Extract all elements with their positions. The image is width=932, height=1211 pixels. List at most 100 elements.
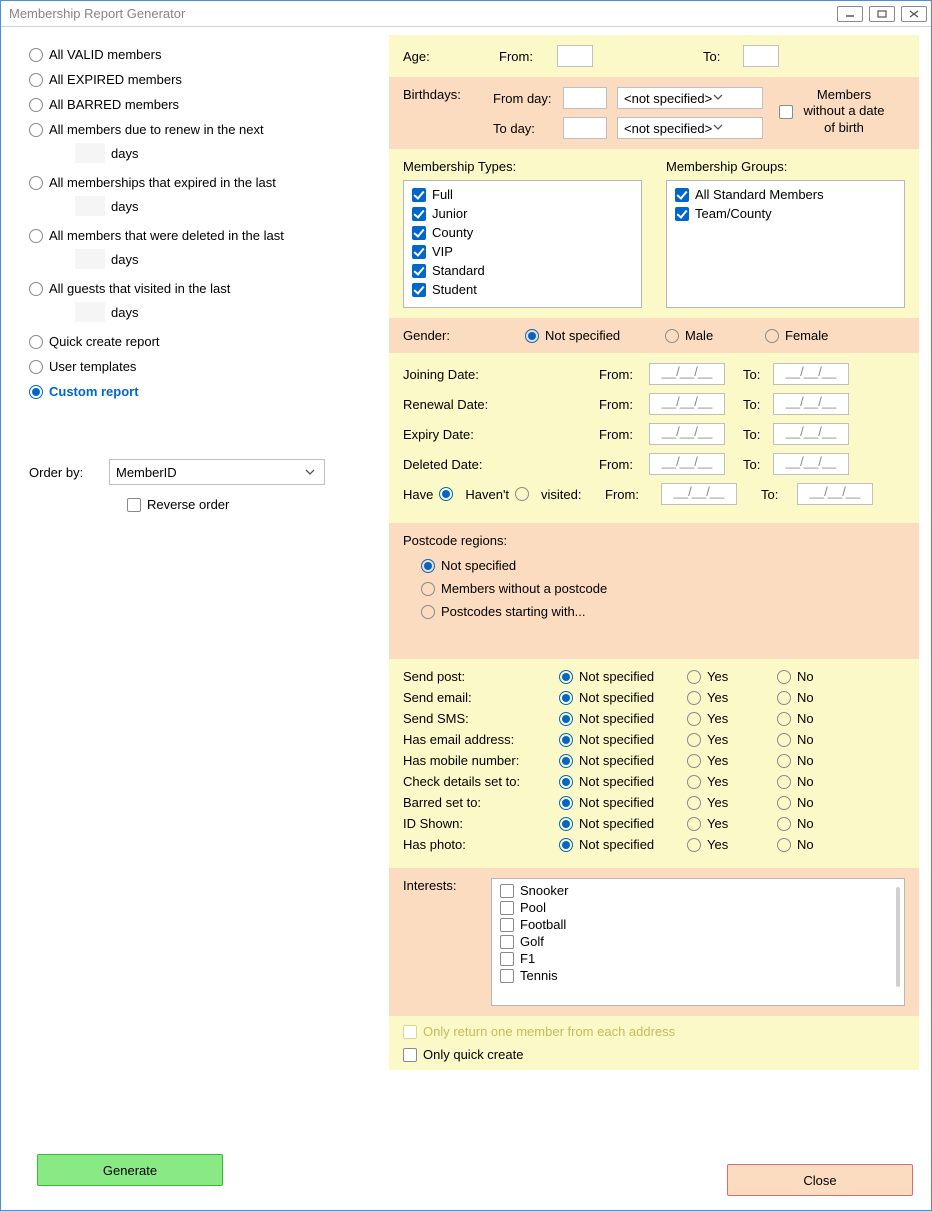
to-month-select[interactable]: <not specified> [617, 117, 763, 139]
from-day-input[interactable] [563, 87, 607, 109]
gender-not-specified[interactable] [525, 329, 539, 343]
radio-renew-next[interactable] [29, 123, 43, 137]
days-input-expired[interactable] [75, 196, 105, 216]
has-email-no[interactable] [777, 733, 791, 747]
postcode-starting-with[interactable] [421, 605, 435, 619]
interest-golf[interactable] [500, 935, 514, 949]
barred-yes[interactable] [687, 796, 701, 810]
send-post-yes[interactable] [687, 670, 701, 684]
days-input-deleted[interactable] [75, 249, 105, 269]
types-list[interactable]: Full Junior County VIP Standard Student [403, 180, 642, 308]
interests-list[interactable]: Snooker Pool Football Golf F1 Tennis [491, 878, 905, 1006]
type-check-full[interactable] [412, 188, 426, 202]
has-photo-ns[interactable] [559, 838, 573, 852]
radio-expired-members[interactable] [29, 73, 43, 87]
days-input-renew[interactable] [75, 143, 105, 163]
has-mobile-ns[interactable] [559, 754, 573, 768]
age-to-input[interactable] [743, 45, 779, 67]
send-post-ns[interactable] [559, 670, 573, 684]
visited-havent[interactable] [515, 487, 529, 501]
has-email-ns[interactable] [559, 733, 573, 747]
renewal-to[interactable]: __/__/__ [773, 393, 849, 415]
age-from-label: From: [499, 49, 557, 64]
reverse-order-check[interactable] [127, 498, 141, 512]
radio-guests-last[interactable] [29, 282, 43, 296]
days-input-guests[interactable] [75, 302, 105, 322]
interest-f1[interactable] [500, 952, 514, 966]
radio-custom-report[interactable] [29, 385, 43, 399]
to-day-input[interactable] [563, 117, 607, 139]
postcode-head: Postcode regions: [403, 533, 905, 548]
gender-male[interactable] [665, 329, 679, 343]
groups-list[interactable]: All Standard Members Team/County [666, 180, 905, 308]
radio-deleted-last[interactable] [29, 229, 43, 243]
type-check-standard[interactable] [412, 264, 426, 278]
only-quick-create-check[interactable] [403, 1048, 417, 1062]
type-check-county[interactable] [412, 226, 426, 240]
close-button[interactable]: Close [727, 1164, 913, 1196]
deleted-to[interactable]: __/__/__ [773, 453, 849, 475]
interest-tennis[interactable] [500, 969, 514, 983]
send-sms-no[interactable] [777, 712, 791, 726]
send-email-yes[interactable] [687, 691, 701, 705]
interest-pool[interactable] [500, 901, 514, 915]
chevron-down-icon [712, 121, 724, 136]
has-mobile-no[interactable] [777, 754, 791, 768]
has-photo-yes[interactable] [687, 838, 701, 852]
close-window-button[interactable] [901, 6, 927, 22]
id-shown-ns[interactable] [559, 817, 573, 831]
visited-to[interactable]: __/__/__ [797, 483, 873, 505]
gender-female[interactable] [765, 329, 779, 343]
postcode-not-specified[interactable] [421, 559, 435, 573]
radio-quick-create[interactable] [29, 335, 43, 349]
has-email-yes[interactable] [687, 733, 701, 747]
no-dob-check[interactable] [779, 105, 793, 119]
renewal-from[interactable]: __/__/__ [649, 393, 725, 415]
send-email-no[interactable] [777, 691, 791, 705]
send-sms-yes[interactable] [687, 712, 701, 726]
chevron-down-icon [712, 91, 724, 106]
radio-barred-members[interactable] [29, 98, 43, 112]
check-details-yes[interactable] [687, 775, 701, 789]
age-from-input[interactable] [557, 45, 593, 67]
age-panel: Age: From: To: [389, 35, 919, 77]
id-shown-yes[interactable] [687, 817, 701, 831]
radio-label: All BARRED members [49, 97, 179, 112]
check-details-no[interactable] [777, 775, 791, 789]
type-check-student[interactable] [412, 283, 426, 297]
expiry-to[interactable]: __/__/__ [773, 423, 849, 445]
radio-valid-members[interactable] [29, 48, 43, 62]
has-photo-no[interactable] [777, 838, 791, 852]
visited-have[interactable] [439, 487, 453, 501]
from-day-label: From day: [493, 91, 563, 106]
barred-no[interactable] [777, 796, 791, 810]
send-email-ns[interactable] [559, 691, 573, 705]
has-mobile-yes[interactable] [687, 754, 701, 768]
type-check-vip[interactable] [412, 245, 426, 259]
type-check-junior[interactable] [412, 207, 426, 221]
group-check-standard[interactable] [675, 188, 689, 202]
group-check-team[interactable] [675, 207, 689, 221]
send-post-no[interactable] [777, 670, 791, 684]
radio-expired-last[interactable] [29, 176, 43, 190]
order-by-select[interactable]: MemberID [109, 459, 325, 485]
from-month-select[interactable]: <not specified> [617, 87, 763, 109]
age-to-label: To: [703, 49, 743, 64]
radio-user-templates[interactable] [29, 360, 43, 374]
interest-snooker[interactable] [500, 884, 514, 898]
minimize-button[interactable] [837, 6, 863, 22]
generate-button[interactable]: Generate [37, 1154, 223, 1186]
joining-to[interactable]: __/__/__ [773, 363, 849, 385]
barred-ns[interactable] [559, 796, 573, 810]
interest-football[interactable] [500, 918, 514, 932]
expiry-from[interactable]: __/__/__ [649, 423, 725, 445]
id-shown-no[interactable] [777, 817, 791, 831]
send-sms-ns[interactable] [559, 712, 573, 726]
check-details-ns[interactable] [559, 775, 573, 789]
joining-from[interactable]: __/__/__ [649, 363, 725, 385]
postcode-no-postcode[interactable] [421, 582, 435, 596]
deleted-from[interactable]: __/__/__ [649, 453, 725, 475]
scrollbar[interactable] [896, 887, 900, 987]
maximize-button[interactable] [869, 6, 895, 22]
visited-from[interactable]: __/__/__ [661, 483, 737, 505]
